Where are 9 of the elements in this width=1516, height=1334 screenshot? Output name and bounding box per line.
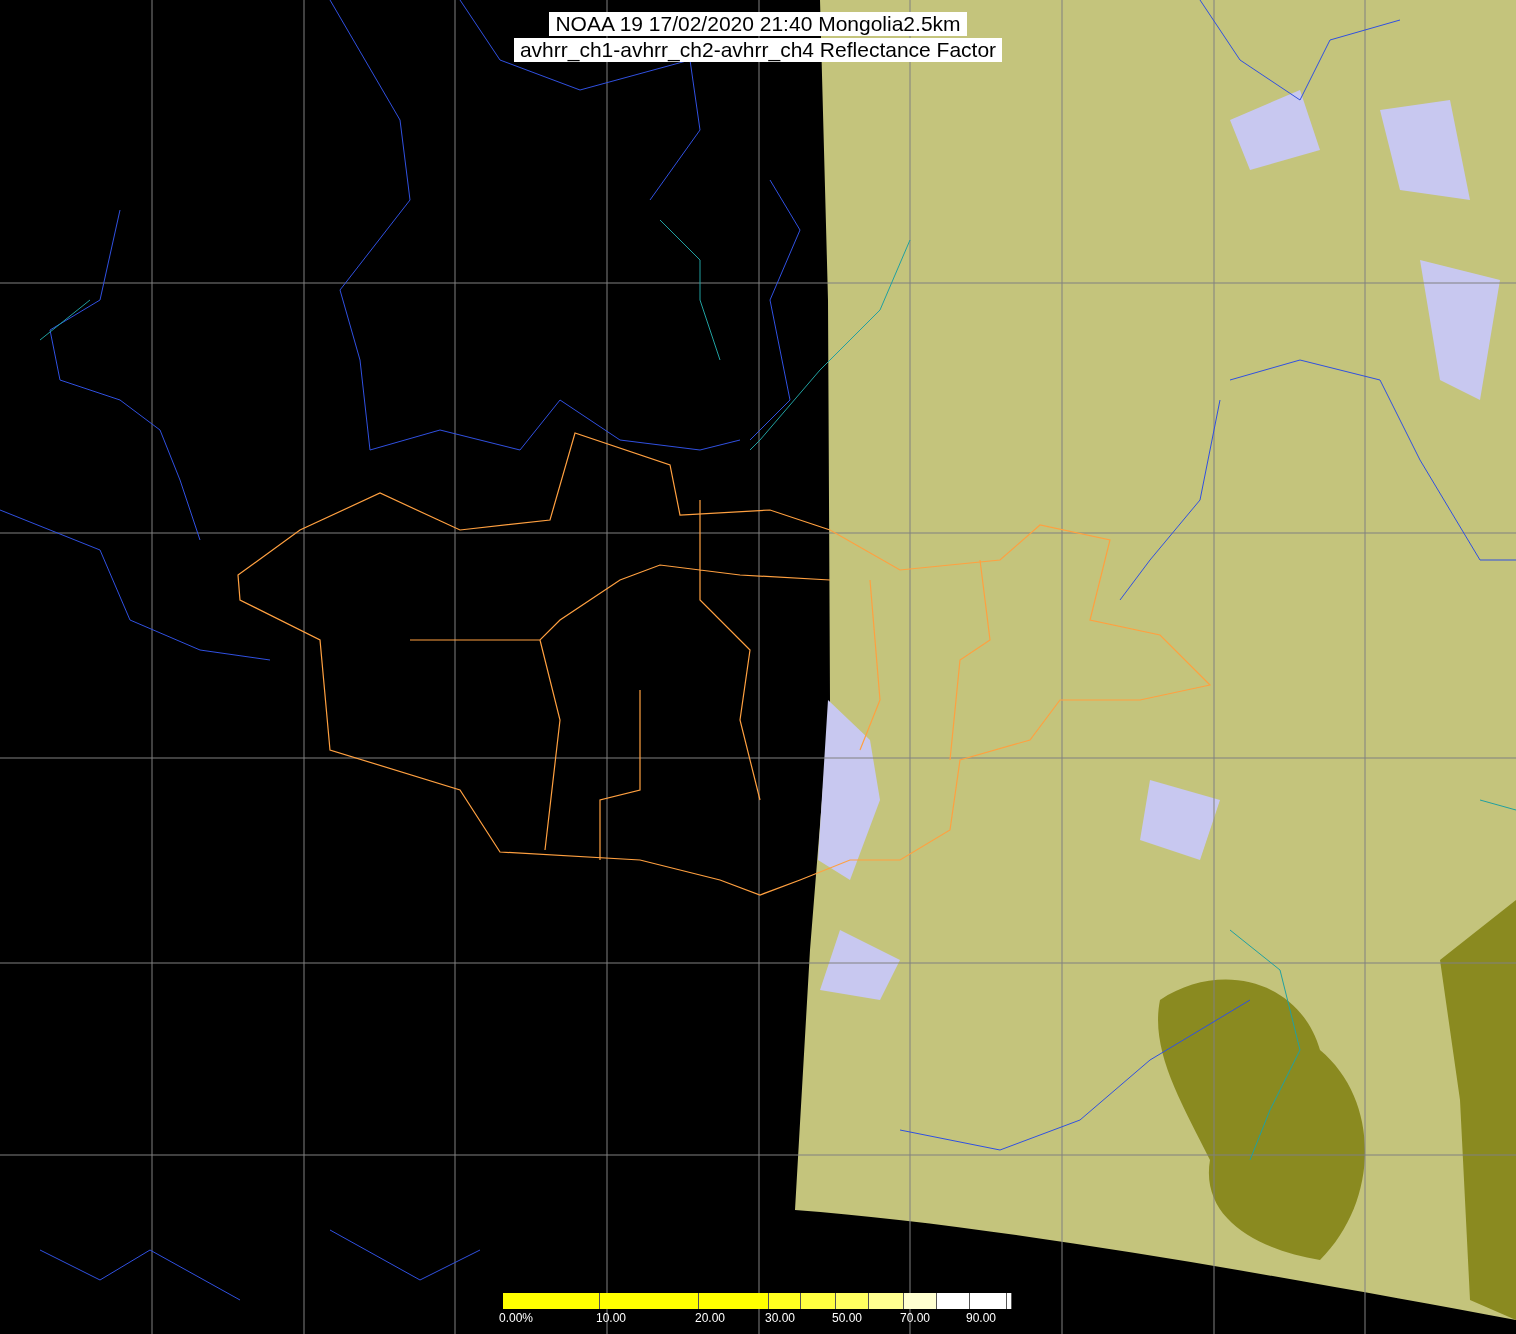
tick-label: 50.00 [832,1311,863,1325]
tick-label: 10.00 [596,1311,627,1325]
map-title: avhrr_ch1-avhrr_ch2-avhrr_ch4 Reflectance Factor [513,38,1003,62]
tick-label: 90.00 [966,1311,997,1325]
tick-label: 0.00% [499,1311,534,1325]
tick-label: 30.00 [765,1311,796,1325]
map-title: NOAA 19 17/02/2020 21:40 Mongolia2.5km [549,12,967,36]
tick-label: 20.00 [695,1311,726,1325]
tick-label: 70.00 [900,1311,931,1325]
